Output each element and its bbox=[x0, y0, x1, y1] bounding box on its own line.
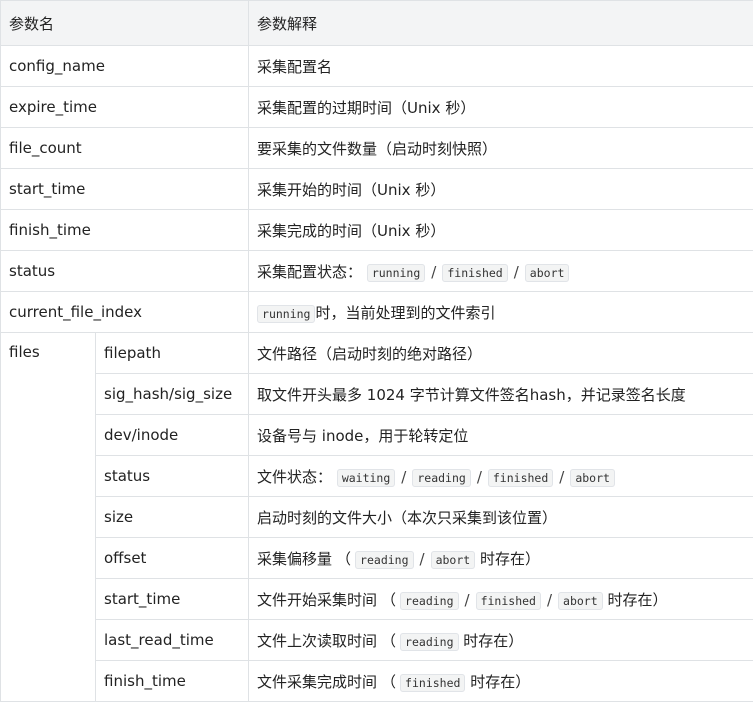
param-desc: 采集开始的时间（Unix 秒） bbox=[248, 168, 753, 210]
paren-open: （ bbox=[381, 672, 397, 691]
sub-param-name: sig_hash/sig_size bbox=[94, 373, 250, 415]
status-code: finished bbox=[442, 263, 508, 282]
desc-text: 时，当前处理到的文件索引 bbox=[315, 303, 496, 322]
param-name: files bbox=[0, 332, 96, 702]
table-row: file_count 要采集的文件数量（启动时刻快照） bbox=[0, 127, 753, 169]
param-name: current_file_index bbox=[0, 291, 250, 333]
separator: / bbox=[464, 590, 470, 609]
status-code: waiting bbox=[336, 468, 396, 487]
separator: / bbox=[559, 467, 565, 486]
status-code: running bbox=[366, 263, 426, 282]
desc-text: 时存在） bbox=[607, 590, 668, 609]
table-row: finish_time 采集完成的时间（Unix 秒） bbox=[0, 209, 753, 251]
status-code: reading bbox=[355, 550, 414, 569]
status-code: reading bbox=[400, 591, 459, 610]
status-code: abort bbox=[558, 591, 603, 610]
status-code: finished bbox=[487, 468, 554, 487]
table-row: dev/inode 设备号与 inode，用于轮转定位 bbox=[1, 414, 753, 456]
desc-text: 文件采集完成时间 bbox=[257, 672, 378, 691]
param-desc: 文件上次读取时间（reading 时存在） bbox=[248, 619, 753, 661]
param-desc: 采集完成的时间（Unix 秒） bbox=[248, 209, 753, 251]
paren-open: （ bbox=[336, 549, 352, 568]
param-desc: 文件采集完成时间（finished 时存在） bbox=[248, 660, 753, 702]
desc-text: 时存在） bbox=[463, 631, 524, 650]
param-desc: 采集配置的过期时间（Unix 秒） bbox=[248, 86, 753, 128]
param-desc: 文件开始采集时间（reading / finished / abort 时存在） bbox=[248, 578, 753, 620]
sub-param-name: start_time bbox=[94, 578, 250, 620]
status-code: finished bbox=[475, 591, 541, 610]
sub-param-name: last_read_time bbox=[94, 619, 250, 661]
table-row: files filepath 文件路径（启动时刻的绝对路径） bbox=[0, 332, 753, 702]
param-name: file_count bbox=[0, 127, 250, 169]
sub-param-name: offset bbox=[94, 537, 250, 579]
table-row: offset 采集偏移量（reading / abort 时存在） bbox=[1, 537, 753, 579]
table-row: expire_time 采集配置的过期时间（Unix 秒） bbox=[0, 86, 753, 128]
sub-param-name: finish_time bbox=[94, 660, 250, 702]
param-desc: 要采集的文件数量（启动时刻快照） bbox=[248, 127, 753, 169]
table-row: start_time 文件开始采集时间（reading / finished / abo… bbox=[1, 578, 753, 620]
param-desc: 采集配置名 bbox=[248, 45, 753, 87]
table-row: finish_time 文件采集完成时间（finished 时存在） bbox=[1, 660, 753, 702]
param-name: expire_time bbox=[0, 86, 250, 128]
desc-text: 文件上次读取时间 bbox=[257, 631, 378, 650]
paren-open: （ bbox=[381, 631, 397, 650]
status-code: abort bbox=[430, 550, 476, 569]
separator: / bbox=[513, 262, 519, 281]
table-row: size 启动时刻的文件大小（本次只采集到该位置） bbox=[1, 496, 753, 538]
param-desc: 文件路径（启动时刻的绝对路径） bbox=[248, 332, 753, 374]
table-row: current_file_index running 时，当前处理到的文件索引 bbox=[0, 291, 753, 333]
separator: / bbox=[419, 549, 425, 568]
table-row: config_name 采集配置名 bbox=[0, 45, 753, 87]
separator: / bbox=[476, 467, 482, 486]
desc-text: 时存在） bbox=[479, 549, 540, 568]
param-desc: 启动时刻的文件大小（本次只采集到该位置） bbox=[248, 496, 753, 538]
separator: / bbox=[546, 590, 553, 609]
param-desc: 采集偏移量（reading / abort 时存在） bbox=[248, 537, 753, 579]
separator: / bbox=[431, 262, 437, 281]
param-name: start_time bbox=[0, 168, 250, 210]
status-code: reading bbox=[400, 632, 459, 651]
param-desc: 文件状态： waiting / reading / finished / abort bbox=[248, 455, 753, 497]
desc-text: 文件状态： bbox=[257, 467, 333, 486]
desc-text: 文件开始采集时间 bbox=[257, 590, 378, 609]
desc-text: 采集配置状态： bbox=[257, 262, 363, 281]
param-name: status bbox=[0, 250, 250, 292]
param-desc: 采集配置状态： running / finished / abort bbox=[248, 250, 753, 292]
sub-param-name: size bbox=[94, 496, 250, 538]
param-desc: running 时，当前处理到的文件索引 bbox=[248, 291, 753, 333]
table-row: last_read_time 文件上次读取时间（reading 时存在） bbox=[1, 619, 753, 661]
table-row: sig_hash/sig_size 取文件开头最多 1024 字节计算文件签名h… bbox=[1, 373, 753, 415]
status-code: running bbox=[257, 304, 316, 323]
parameter-table: 参数名 参数解释 config_name 采集配置名 expire_time 采… bbox=[0, 0, 753, 702]
header-row: 参数名 参数解释 bbox=[0, 0, 753, 46]
param-name: config_name bbox=[0, 45, 250, 87]
table-row: status 文件状态： waiting / reading / finished / ab… bbox=[1, 455, 753, 497]
sub-param-name: status bbox=[94, 455, 250, 497]
header-param-name: 参数名 bbox=[0, 0, 250, 46]
status-code: abort bbox=[570, 468, 615, 487]
desc-text: 时存在） bbox=[470, 672, 531, 691]
separator: / bbox=[401, 467, 407, 486]
param-desc: 取文件开头最多 1024 字节计算文件签名hash，并记录签名长度 bbox=[248, 373, 753, 415]
desc-text: 采集偏移量 bbox=[257, 549, 333, 568]
table-row: status 采集配置状态： running / finished / abort bbox=[0, 250, 753, 292]
sub-param-name: filepath bbox=[94, 332, 250, 374]
table-row: start_time 采集开始的时间（Unix 秒） bbox=[0, 168, 753, 210]
header-param-desc: 参数解释 bbox=[248, 0, 753, 46]
param-name: finish_time bbox=[0, 209, 250, 251]
status-code: reading bbox=[412, 468, 471, 487]
status-code: finished bbox=[400, 673, 466, 692]
param-desc: 设备号与 inode，用于轮转定位 bbox=[248, 414, 753, 456]
status-code: abort bbox=[524, 263, 570, 282]
sub-param-name: dev/inode bbox=[94, 414, 250, 456]
paren-open: （ bbox=[381, 590, 397, 609]
